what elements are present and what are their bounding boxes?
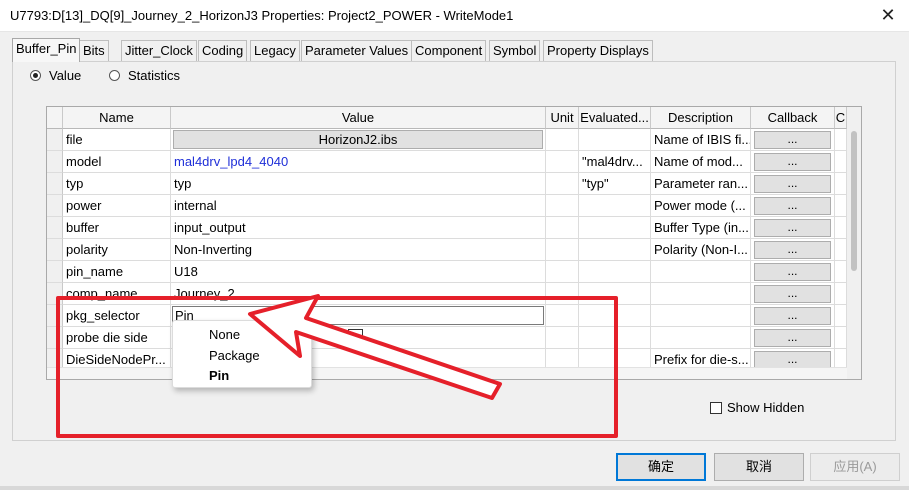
tab-buffer-pin[interactable]: Buffer_Pin bbox=[12, 38, 81, 62]
annotation-arrow bbox=[248, 294, 502, 400]
